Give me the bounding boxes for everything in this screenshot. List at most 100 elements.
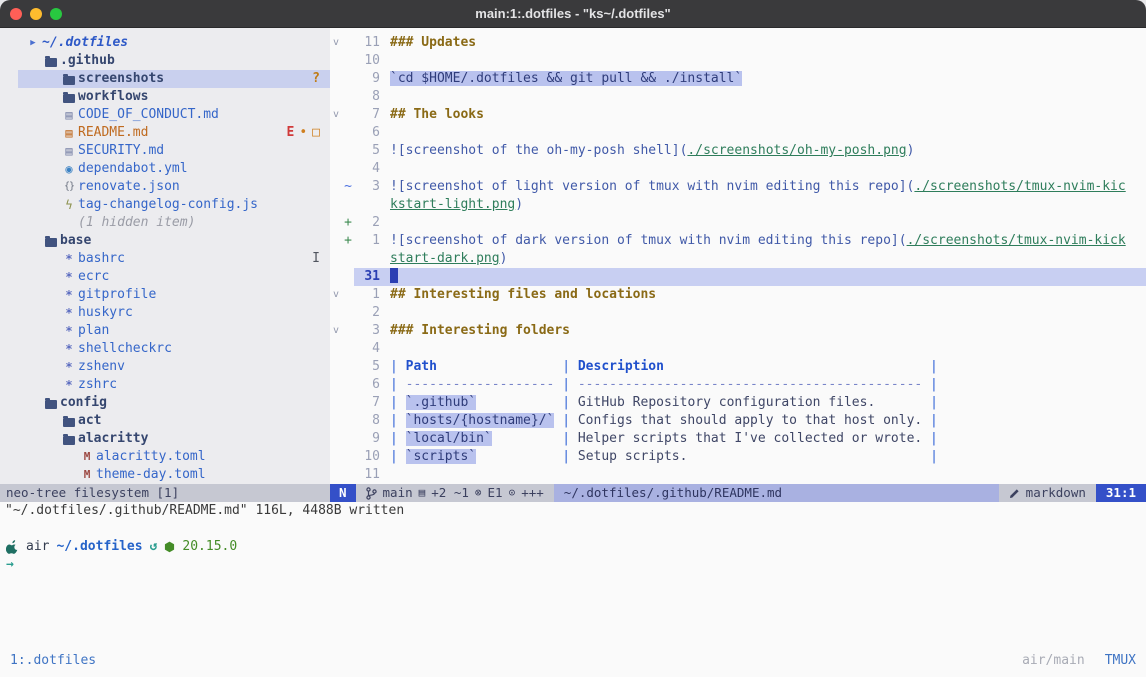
- tree-item-config[interactable]: config: [0, 394, 330, 412]
- tree-item-workflows[interactable]: workflows: [0, 88, 330, 106]
- editor-line[interactable]: 10: [330, 52, 1146, 70]
- line-text: ## The looks: [390, 106, 1146, 124]
- fold-marker[interactable]: v: [330, 286, 342, 304]
- tree-item-zshenv[interactable]: *zshenv: [0, 358, 330, 376]
- line-text: kstart-light.png): [390, 196, 1146, 214]
- editor-line[interactable]: 5| Path | Description |: [330, 358, 1146, 376]
- line-text: [390, 268, 1146, 286]
- zoom-button[interactable]: [50, 8, 62, 20]
- tree-item-renovate.json[interactable]: {}renovate.json: [0, 178, 330, 196]
- fold-column: [330, 304, 342, 322]
- git-sign: +: [342, 232, 354, 250]
- tree-item-.dotfiles[interactable]: ▶~/.dotfiles: [0, 34, 330, 52]
- tree-item-label: shellcheckrc: [78, 340, 172, 358]
- line-number: 2: [354, 214, 380, 232]
- titlebar[interactable]: main:1:.dotfiles - "ks~/.dotfiles": [0, 0, 1146, 28]
- line-text: | ------------------- | ----------------…: [390, 376, 1146, 394]
- git-sign: [342, 358, 354, 376]
- editor-line[interactable]: 9`cd $HOME/.dotfiles && git pull && ./in…: [330, 70, 1146, 88]
- md-pipe: |: [922, 413, 938, 428]
- fold-column: [330, 142, 342, 160]
- line-number: 4: [354, 160, 380, 178]
- editor-line[interactable]: +1![screenshot of dark version of tmux w…: [330, 232, 1146, 250]
- editor-line[interactable]: 8: [330, 88, 1146, 106]
- editor-line[interactable]: start-dark.png): [330, 250, 1146, 268]
- tree-item-ecrc[interactable]: *ecrc: [0, 268, 330, 286]
- editor-line[interactable]: 9| `local/bin` | Helper scripts that I'v…: [330, 430, 1146, 448]
- tree-item-dependabot.yml[interactable]: ◉dependabot.yml: [0, 160, 330, 178]
- tree-item-badges: I: [312, 250, 320, 268]
- tmux-window-tab[interactable]: 1:.dotfiles: [10, 652, 96, 670]
- tree-item-.github[interactable]: .github: [0, 52, 330, 70]
- star-icon: *: [60, 340, 78, 358]
- fold-column: [330, 196, 342, 214]
- minimize-button[interactable]: [30, 8, 42, 20]
- tree-item-gitprofile[interactable]: *gitprofile: [0, 286, 330, 304]
- editor-line[interactable]: +2: [330, 214, 1146, 232]
- tree-item-tag-changelog-config.js[interactable]: ϟtag-changelog-config.js: [0, 196, 330, 214]
- tree-item-huskyrc[interactable]: *huskyrc: [0, 304, 330, 322]
- editor-line[interactable]: v7 ## The looks: [330, 106, 1146, 124]
- editor-line[interactable]: v11### Updates: [330, 34, 1146, 52]
- line-number: 1: [354, 286, 380, 304]
- git-sign: [342, 430, 354, 448]
- shell-input-line[interactable]: →: [0, 556, 1146, 574]
- editor-line[interactable]: 4: [330, 340, 1146, 358]
- tree-item-shellcheckrc[interactable]: *shellcheckrc: [0, 340, 330, 358]
- md-pl: [875, 395, 922, 410]
- editor-line[interactable]: 5![screenshot of the oh-my-posh shell](.…: [330, 142, 1146, 160]
- editor-line[interactable]: 31: [330, 268, 1146, 286]
- editor-line[interactable]: 2: [330, 304, 1146, 322]
- git-sign: [342, 376, 354, 394]
- editor-line[interactable]: 6: [330, 124, 1146, 142]
- tree-item-readme.md[interactable]: ▤README.mdE•□: [0, 124, 330, 142]
- error-icon: ⊗: [475, 484, 482, 502]
- fold-column: [330, 448, 342, 466]
- editor-line[interactable]: 10| `scripts` | Setup scripts. |: [330, 448, 1146, 466]
- git-sign: [342, 88, 354, 106]
- editor-line[interactable]: 8| `hosts/{hostname}/` | Configs that sh…: [330, 412, 1146, 430]
- line-number: 10: [354, 52, 380, 70]
- tmux-statusbar: 1:.dotfiles air/main TMUX: [0, 650, 1146, 672]
- statusline: neo-tree filesystem [1] N main ▤ +2 ~1 ⊗…: [0, 484, 1146, 502]
- editor-line[interactable]: 4: [330, 160, 1146, 178]
- tree-item-plan[interactable]: *plan: [0, 322, 330, 340]
- line-number: 10: [354, 448, 380, 466]
- tree-item-alacritty[interactable]: alacritty: [0, 430, 330, 448]
- tree-item-1-hidden-item[interactable]: (1 hidden item): [0, 214, 330, 232]
- tree-item-security.md[interactable]: ▤SECURITY.md: [0, 142, 330, 160]
- editor-line[interactable]: v3### Interesting folders: [330, 322, 1146, 340]
- editor-line[interactable]: 6| ------------------- | ---------------…: [330, 376, 1146, 394]
- git-sign: [342, 160, 354, 178]
- editor-line[interactable]: v1## Interesting files and locations: [330, 286, 1146, 304]
- tree-item-label: alacritty.toml: [96, 448, 206, 466]
- git-sign: [342, 142, 354, 160]
- editor-line[interactable]: kstart-light.png): [330, 196, 1146, 214]
- tree-item-label: renovate.json: [78, 178, 180, 196]
- tree-item-screenshots[interactable]: screenshots?: [0, 70, 330, 88]
- tree-item-base[interactable]: base: [0, 232, 330, 250]
- tree-item-alacritty.toml[interactable]: Malacritty.toml: [0, 448, 330, 466]
- editor-line[interactable]: ~3![screenshot of light version of tmux …: [330, 178, 1146, 196]
- fold-marker[interactable]: v: [330, 322, 342, 340]
- tree-item-code-of-conduct.md[interactable]: ▤CODE_OF_CONDUCT.md: [0, 106, 330, 124]
- md-pipe: |: [390, 359, 406, 374]
- editor-line[interactable]: 7| `.github` | GitHub Repository configu…: [330, 394, 1146, 412]
- command-message: "~/.dotfiles/.github/README.md" 116L, 44…: [0, 502, 1146, 520]
- tree-item-zshrc[interactable]: *zshrc: [0, 376, 330, 394]
- star-icon: *: [60, 376, 78, 394]
- tree-item-act[interactable]: act: [0, 412, 330, 430]
- md-cell: Setup scripts.: [578, 449, 688, 464]
- line-number: 7: [354, 106, 380, 124]
- fold-marker[interactable]: v: [330, 34, 342, 52]
- tree-item-label: README.md: [78, 124, 148, 142]
- tree-item-theme-day.toml[interactable]: Mtheme-day.toml: [0, 466, 330, 484]
- md-pipe: |: [390, 413, 406, 428]
- fold-marker[interactable]: v: [330, 106, 342, 124]
- close-button[interactable]: [10, 8, 22, 20]
- tree-item-label: bashrc: [78, 250, 125, 268]
- editor-line[interactable]: 11: [330, 466, 1146, 484]
- md-alt: ): [515, 197, 523, 212]
- folder-icon: [60, 92, 78, 103]
- tree-item-bashrc[interactable]: *bashrcI: [0, 250, 330, 268]
